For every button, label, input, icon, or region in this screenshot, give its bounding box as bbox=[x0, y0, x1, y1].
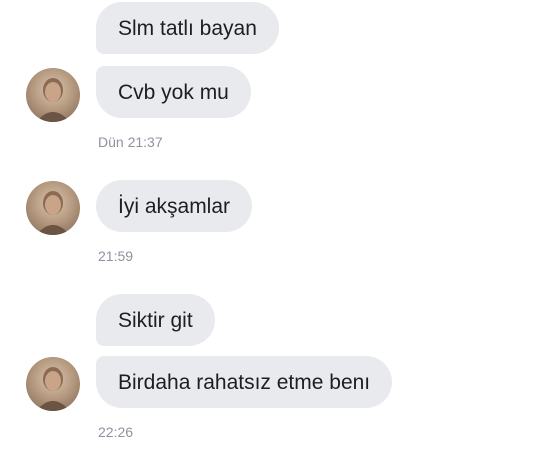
message-bubble[interactable]: Cvb yok mu bbox=[96, 66, 251, 118]
user-avatar-icon bbox=[36, 367, 70, 411]
user-avatar-icon bbox=[36, 78, 70, 122]
message-text: Slm tatlı bayan bbox=[118, 16, 257, 40]
sender-avatar[interactable] bbox=[26, 68, 80, 122]
message-bubble[interactable]: İyi akşamlar bbox=[96, 180, 253, 232]
timestamp: 21:59 bbox=[98, 248, 134, 264]
message-text: Birdaha rahatsız etme benı bbox=[118, 370, 371, 394]
sender-avatar[interactable] bbox=[26, 357, 80, 411]
message-bubble[interactable]: Slm tatlı bayan bbox=[96, 2, 279, 54]
user-avatar-icon bbox=[36, 191, 70, 235]
message-text: Cvb yok mu bbox=[118, 80, 229, 104]
timestamp: 22:26 bbox=[98, 424, 134, 440]
timestamp: Dün 21:37 bbox=[98, 134, 163, 150]
message-text: İyi akşamlar bbox=[118, 194, 231, 218]
message-text: Siktir git bbox=[118, 308, 193, 332]
sender-avatar[interactable] bbox=[26, 181, 80, 235]
message-bubble[interactable]: Birdaha rahatsız etme benı bbox=[96, 356, 393, 408]
message-bubble[interactable]: Siktir git bbox=[96, 294, 215, 346]
